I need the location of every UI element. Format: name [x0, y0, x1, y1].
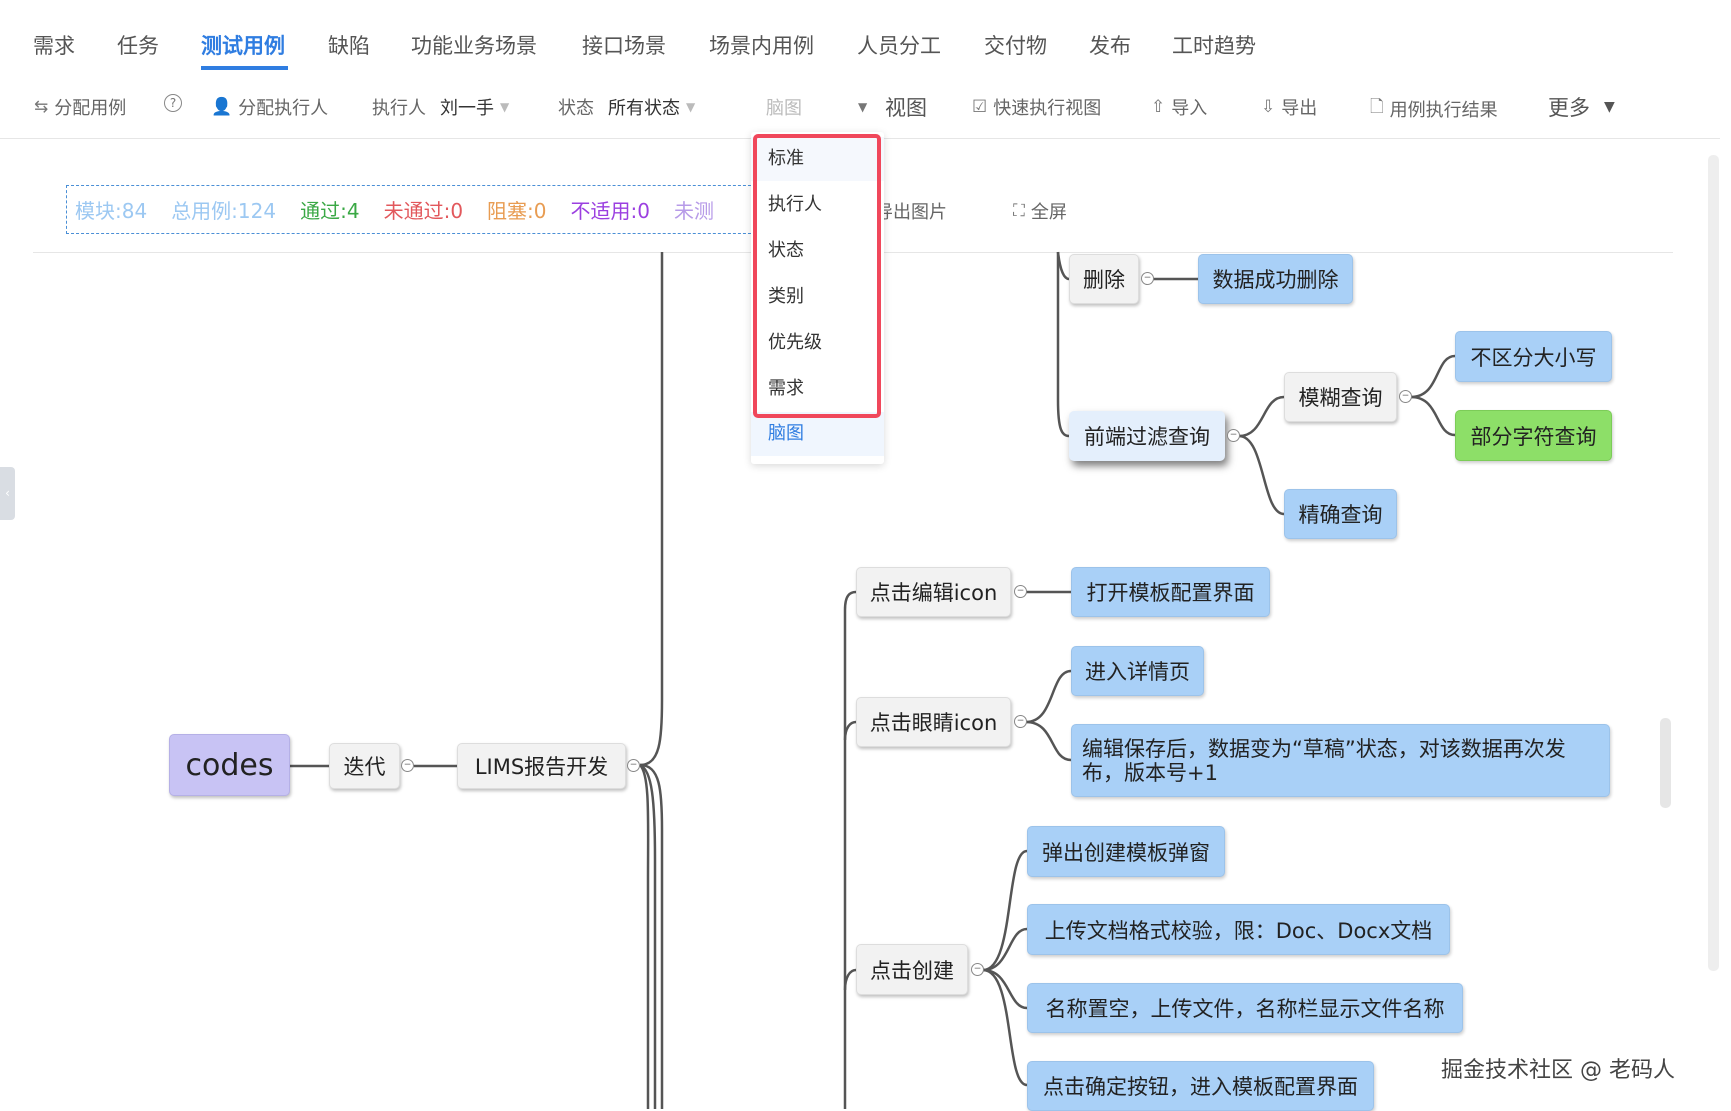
- connector: [843, 968, 857, 991]
- connector: [1025, 669, 1072, 724]
- mindmap-node[interactable]: LIMS报告开发: [457, 743, 626, 789]
- watermark: 掘金技术社区 @ 老码人: [1441, 1058, 1675, 1083]
- mindmap-node[interactable]: 进入详情页: [1071, 646, 1204, 696]
- collapse-icon[interactable]: −: [1014, 715, 1027, 728]
- mindmap-node-selected[interactable]: 前端过滤查询: [1069, 411, 1225, 461]
- connector: [1410, 395, 1456, 437]
- mindmap-node[interactable]: 不区分大小写: [1455, 331, 1612, 382]
- node-text-line: 编辑保存后，数据变为“草稿”状态，对该数据再次发: [1082, 736, 1566, 761]
- dropdown-option-mindmap[interactable]: 脑图: [751, 412, 884, 456]
- mindmap-root-node[interactable]: codes: [169, 734, 290, 796]
- collapse-icon[interactable]: −: [1141, 272, 1154, 285]
- mindmap-node[interactable]: 精确查询: [1284, 489, 1397, 539]
- node-text-line: 布，版本号+1: [1082, 760, 1218, 785]
- mindmap-node[interactable]: 模糊查询: [1284, 372, 1397, 422]
- mindmap-node[interactable]: 编辑保存后，数据变为“草稿”状态，对该数据再次发 布，版本号+1: [1071, 724, 1610, 797]
- dropdown-option-standard[interactable]: 标准: [751, 137, 884, 181]
- collapse-icon[interactable]: −: [1014, 585, 1027, 598]
- canvas-scrollbar[interactable]: [1660, 718, 1671, 808]
- connector: [1025, 720, 1072, 762]
- mindmap-node[interactable]: 删除: [1069, 254, 1139, 304]
- connector: [1238, 434, 1285, 516]
- collapse-icon[interactable]: −: [401, 759, 414, 772]
- mindmap-node[interactable]: 点击编辑icon: [856, 567, 1011, 617]
- vertical-scrollbar[interactable]: [1708, 155, 1719, 971]
- mindmap-node[interactable]: 部分字符查询: [1455, 410, 1612, 461]
- connector: [638, 764, 650, 1109]
- mindmap-node[interactable]: 名称置空，上传文件，名称栏显示文件名称: [1027, 983, 1463, 1033]
- mindmap-node[interactable]: 上传文档格式校验，限：Doc、Docx文档: [1027, 904, 1450, 955]
- connector: [1056, 251, 1070, 281]
- collapse-icon[interactable]: −: [1227, 429, 1240, 442]
- collapse-icon[interactable]: −: [1399, 390, 1412, 403]
- dropdown-option-executor[interactable]: 执行人: [751, 183, 884, 227]
- connector: [1410, 354, 1456, 399]
- mindmap-node[interactable]: 点击眼睛icon: [856, 697, 1011, 747]
- collapse-sidebar-handle[interactable]: ‹: [0, 467, 15, 520]
- mindmap-node[interactable]: 点击确定按钮，进入模板配置界面: [1027, 1061, 1374, 1111]
- connector: [639, 763, 664, 1109]
- mindmap-node[interactable]: 点击创建: [856, 944, 968, 995]
- mindmap-node[interactable]: 数据成功删除: [1198, 254, 1353, 304]
- dropdown-option-requirement[interactable]: 需求: [751, 367, 884, 411]
- connector: [982, 849, 1028, 972]
- view-dropdown-menu: 标准 执行人 状态 类别 优先级 需求 脑图: [751, 132, 884, 464]
- collapse-icon[interactable]: −: [971, 963, 984, 976]
- connector: [843, 590, 857, 1109]
- connector: [639, 252, 664, 767]
- mindmap-node[interactable]: 迭代: [329, 743, 400, 789]
- connector: [843, 720, 857, 741]
- connector: [982, 968, 1028, 1087]
- dropdown-option-priority[interactable]: 优先级: [751, 321, 884, 365]
- mindmap-node[interactable]: 打开模板配置界面: [1071, 567, 1270, 617]
- dropdown-option-category[interactable]: 类别: [751, 275, 884, 319]
- mindmap-node[interactable]: 弹出创建模板弹窗: [1027, 826, 1225, 877]
- collapse-icon[interactable]: −: [627, 759, 640, 772]
- dropdown-option-status[interactable]: 状态: [751, 229, 884, 273]
- connector: [1238, 395, 1285, 438]
